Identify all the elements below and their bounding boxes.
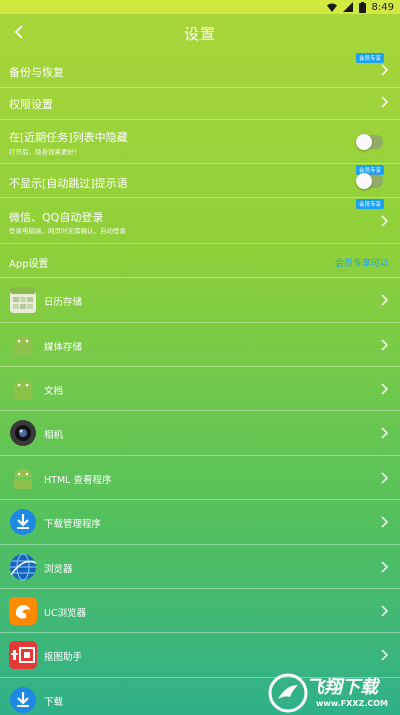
- status-time: 8:49: [371, 1, 394, 13]
- app-label: 浏览器: [44, 564, 73, 575]
- chevron-right-icon: [381, 516, 389, 528]
- setting-permissions[interactable]: 权限设置: [0, 88, 400, 120]
- chevron-right-icon: [381, 96, 389, 108]
- vip-badge: 会员专享: [355, 199, 384, 209]
- back-arrow-icon: [14, 25, 23, 39]
- android-icon: [14, 336, 32, 356]
- setting-label: 在[近期任务]列表中隐藏: [9, 131, 128, 144]
- setting-label: 备份与恢复: [9, 66, 64, 79]
- back-button[interactable]: [8, 22, 28, 42]
- calendar-icon: [10, 287, 36, 313]
- app-label: HTML 查看程序: [44, 475, 112, 486]
- setting-hide-skip-tip: 会员专享 不显示[自动跳过]提示语: [0, 164, 400, 198]
- chevron-right-icon: [381, 605, 389, 617]
- globe-icon: [10, 553, 37, 581]
- app-label: 下载: [44, 697, 64, 708]
- watermark-text: 飞翔下载: [306, 677, 378, 698]
- page-title: 设置: [183, 24, 216, 43]
- chevron-right-icon: [381, 294, 389, 306]
- bird-logo-icon: [268, 673, 308, 713]
- chevron-right-icon: [381, 64, 389, 76]
- chevron-right-icon: [381, 339, 389, 351]
- download-icon: [10, 509, 36, 535]
- app-settings-header: App设置 会员专享可以: [0, 244, 400, 278]
- watermark-url: www.FXXZ.COM: [316, 699, 388, 708]
- app-row[interactable]: HTML 查看程序: [0, 456, 400, 500]
- app-row[interactable]: 文档: [0, 367, 400, 411]
- app-label: 下载管理程序: [44, 519, 102, 530]
- app-row[interactable]: 下载管理程序: [0, 500, 400, 545]
- android-icon: [14, 469, 32, 489]
- download-icon: [10, 687, 36, 713]
- chevron-right-icon: [381, 649, 389, 661]
- app-label: 文档: [44, 386, 64, 397]
- setting-label: 不显示[自动跳过]提示语: [9, 177, 128, 190]
- camera-icon: [10, 420, 36, 446]
- app-row[interactable]: UC浏览器: [0, 589, 400, 633]
- app-row[interactable]: 浏览器: [0, 545, 400, 589]
- toggle-knob: [356, 134, 372, 150]
- setting-backup-restore[interactable]: 会员专享 备份与恢复: [0, 52, 400, 88]
- app-label: 抠图助手: [44, 652, 83, 663]
- vip-link[interactable]: 会员专享可以: [335, 256, 389, 269]
- hide-recents-toggle[interactable]: [356, 134, 383, 150]
- setting-auto-login[interactable]: 会员专享 微信、QQ自动登录 登录电脑端，网页时无需确认，自动登录: [0, 198, 400, 244]
- status-icons: 8:49: [326, 0, 394, 14]
- setting-hide-recents: 在[近期任务]列表中隐藏 打开后，隐身效果更好！: [0, 120, 400, 164]
- app-row[interactable]: 日历存储: [0, 278, 400, 323]
- top-bar: 设置: [0, 14, 400, 52]
- app-label: 相机: [44, 430, 64, 441]
- toggle-knob: [356, 173, 372, 189]
- chevron-right-icon: [381, 561, 389, 573]
- section-title: App设置: [9, 259, 49, 270]
- wifi-icon: [326, 3, 337, 12]
- setting-label: 微信、QQ自动登录: [9, 211, 104, 224]
- chevron-right-icon: [381, 383, 389, 395]
- vip-badge: 会员专享: [355, 53, 384, 63]
- app-label: UC浏览器: [44, 608, 87, 619]
- chevron-right-icon: [381, 427, 389, 439]
- app-row[interactable]: 媒体存储: [0, 323, 400, 367]
- chevron-right-icon: [381, 472, 389, 484]
- uc-browser-icon: [9, 597, 37, 625]
- app-label: 媒体存储: [44, 342, 83, 353]
- app-label: 日历存储: [44, 297, 83, 308]
- chevron-right-icon: [381, 215, 389, 227]
- app-row[interactable]: 相机: [0, 411, 400, 456]
- signal-icon: [342, 2, 353, 12]
- android-icon: [14, 380, 32, 400]
- status-bar: 8:49: [0, 0, 400, 14]
- setting-label: 权限设置: [9, 98, 53, 111]
- setting-description: 登录电脑端，网页时无需确认，自动登录: [9, 227, 126, 235]
- cutout-icon: [9, 641, 37, 669]
- watermark: 飞翔下载 www.FXXZ.COM: [268, 671, 396, 715]
- setting-description: 打开后，隐身效果更好！: [9, 148, 81, 156]
- battery-icon: [358, 1, 366, 13]
- hide-skip-tip-toggle[interactable]: [356, 173, 383, 189]
